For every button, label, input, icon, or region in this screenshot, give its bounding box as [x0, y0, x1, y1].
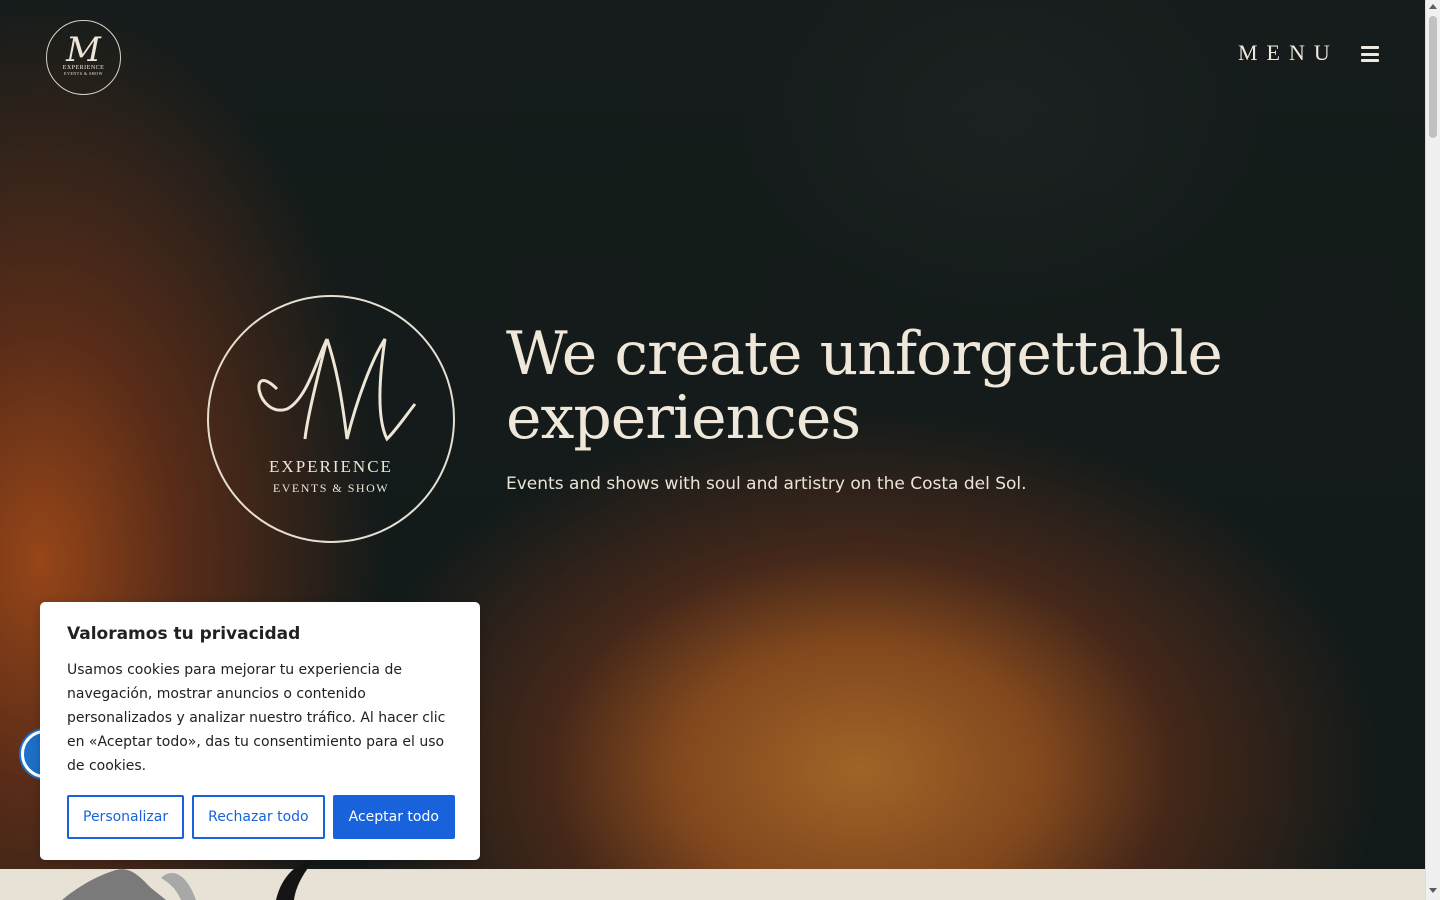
logo-line-2: EVENTS & SHOW: [64, 71, 103, 76]
customize-button[interactable]: Personalizar: [67, 795, 185, 839]
menu-button[interactable]: MENU: [1238, 40, 1339, 66]
scroll-up-arrow-icon[interactable]: [1429, 4, 1437, 9]
logo-monogram: M: [66, 30, 101, 70]
hero-logo-line-1: EXPERIENCE: [269, 457, 393, 476]
cookie-buttons: Personalizar Rechazar todo Aceptar todo: [67, 795, 455, 839]
scrollbar-thumb[interactable]: [1429, 16, 1437, 138]
hero-logo: EXPERIENCE EVENTS & SHOW: [207, 295, 455, 543]
hero-subline: Events and shows with soul and artistry …: [506, 474, 1027, 494]
reject-all-button[interactable]: Rechazar todo: [192, 795, 325, 839]
site-logo[interactable]: M EXPERIENCE EVENTS & SHOW: [46, 20, 121, 95]
hero-headline: We create unforgettable experiences: [506, 319, 1223, 453]
monogram-graphic: [257, 338, 417, 442]
scroll-down-arrow-icon[interactable]: [1429, 888, 1437, 893]
hero-logo-line-2: EVENTS & SHOW: [272, 481, 390, 495]
page-scrollbar[interactable]: [1425, 0, 1440, 900]
cookie-body: Usamos cookies para mejorar tu experienc…: [67, 662, 446, 774]
hamburger-icon[interactable]: [1361, 46, 1379, 62]
cookie-banner: Valoramos tu privacidad Usamos cookies p…: [40, 602, 480, 860]
cookie-title: Valoramos tu privacidad: [67, 624, 301, 644]
sculpture-image: [62, 860, 314, 900]
accept-all-button[interactable]: Aceptar todo: [332, 795, 455, 839]
